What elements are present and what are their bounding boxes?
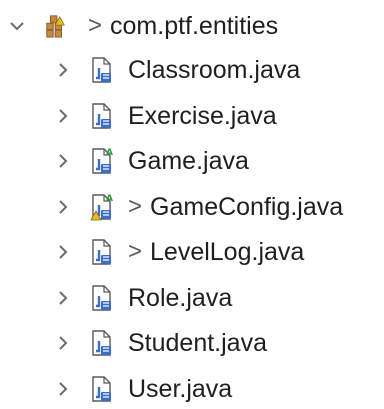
java-file-icon — [90, 284, 114, 312]
file-name: GameConfig.java — [150, 193, 344, 221]
file-node[interactable]: A Game.java — [0, 141, 384, 181]
file-label: Role.java — [128, 283, 232, 313]
file-label: > LevelLog.java — [128, 237, 304, 267]
abstract-java-file-icon: A — [90, 147, 114, 175]
file-node[interactable]: > LevelLog.java — [0, 232, 384, 272]
file-name: LevelLog.java — [150, 238, 305, 266]
file-label: Classroom.java — [128, 55, 300, 85]
java-file-icon — [90, 329, 114, 357]
file-node[interactable]: A > GameConfig.java — [0, 187, 384, 227]
chevron-right-icon[interactable] — [54, 380, 72, 398]
file-name: User.java — [128, 375, 233, 403]
chevron-right-icon[interactable] — [54, 152, 72, 170]
chevron-right-icon[interactable] — [54, 243, 72, 261]
file-node[interactable]: Exercise.java — [0, 96, 384, 136]
package-label: > com.ptf.entities — [88, 11, 278, 41]
warning-java-file-icon: A — [90, 193, 114, 221]
file-node[interactable]: Student.java — [0, 323, 384, 363]
package-icon — [44, 12, 68, 40]
file-name: Student.java — [128, 329, 267, 357]
chevron-right-icon[interactable] — [54, 198, 72, 216]
svg-text:A: A — [106, 194, 113, 204]
chevron-right-icon[interactable] — [54, 107, 72, 125]
file-label: Game.java — [128, 146, 249, 176]
chevron-right-icon[interactable] — [54, 334, 72, 352]
file-node[interactable]: User.java — [0, 369, 384, 409]
file-node[interactable]: Classroom.java — [0, 50, 384, 90]
dirty-marker: > — [128, 193, 143, 220]
file-name: Exercise.java — [128, 102, 277, 130]
file-label: Student.java — [128, 328, 267, 358]
chevron-right-icon[interactable] — [54, 61, 72, 79]
chevron-right-icon[interactable] — [54, 289, 72, 307]
dirty-marker: > — [88, 12, 103, 39]
chevron-down-icon[interactable] — [8, 17, 26, 35]
file-node[interactable]: Role.java — [0, 278, 384, 318]
file-label: Exercise.java — [128, 101, 277, 131]
package-node[interactable]: > com.ptf.entities — [0, 6, 384, 46]
java-file-icon — [90, 56, 114, 84]
dirty-marker: > — [128, 238, 143, 265]
file-label: User.java — [128, 374, 232, 404]
svg-text:A: A — [106, 148, 113, 158]
java-file-icon — [90, 375, 114, 403]
java-file-icon — [90, 238, 114, 266]
file-label: > GameConfig.java — [128, 192, 343, 222]
java-file-icon — [90, 102, 114, 130]
package-name: com.ptf.entities — [110, 12, 279, 40]
file-name: Role.java — [128, 284, 233, 312]
file-name: Game.java — [128, 147, 249, 175]
file-name: Classroom.java — [128, 56, 301, 84]
